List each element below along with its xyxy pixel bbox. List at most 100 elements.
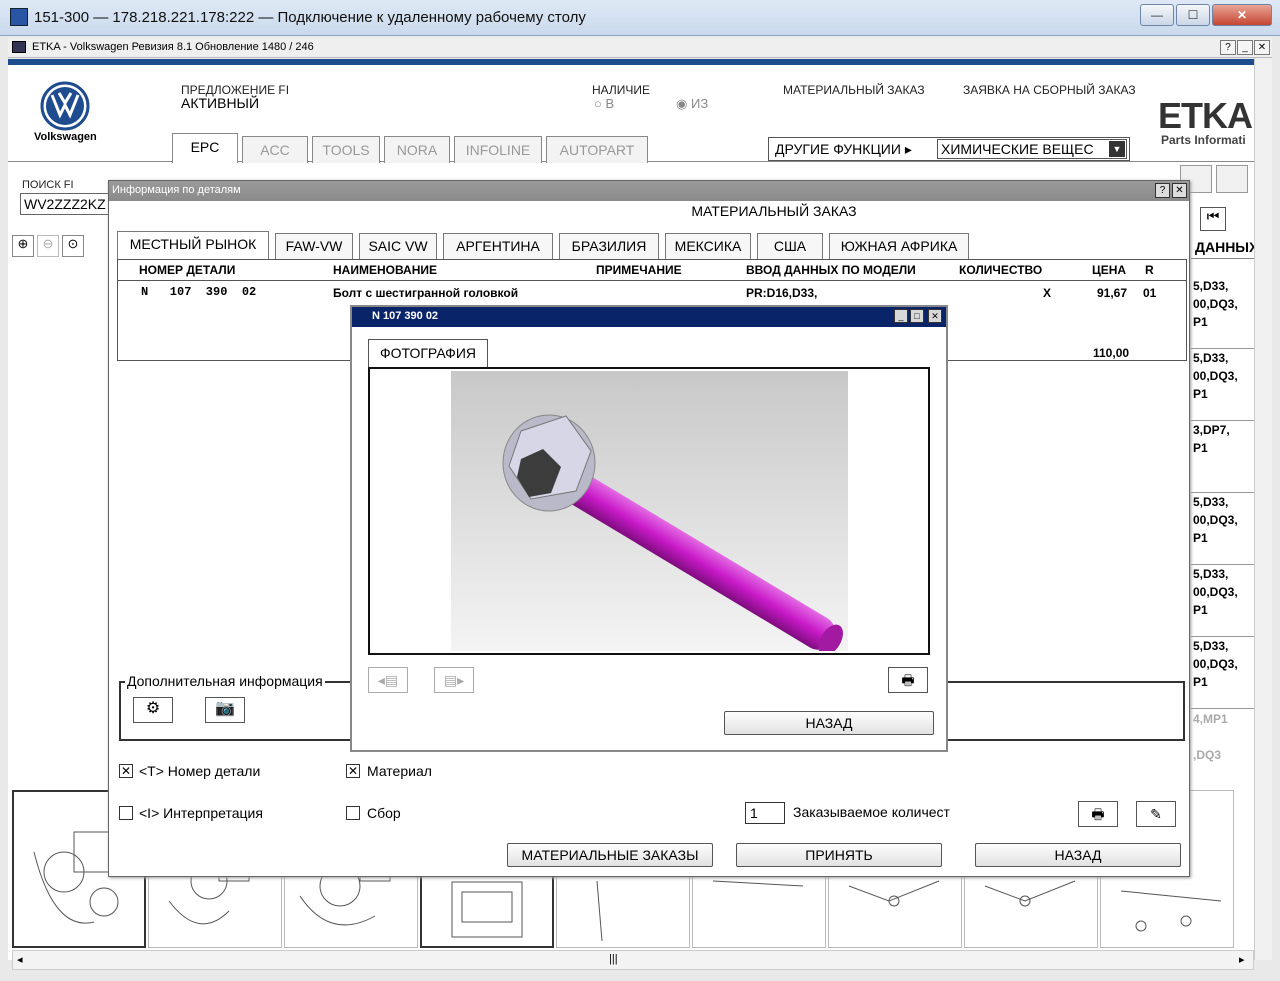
order-quantity-label: Заказываемое количест — [793, 804, 950, 820]
camera-icon[interactable]: 📷 — [205, 697, 245, 723]
tab-autopart[interactable]: AUTOPART — [546, 136, 648, 163]
edit-note-icon[interactable]: ✎ — [1136, 801, 1176, 827]
row-part-number[interactable]: N 107 390 02 — [141, 285, 256, 299]
scroll-left-icon[interactable]: ◂ — [17, 953, 23, 966]
right-col-row: 5,D33, 00,DQ3, P1 — [1191, 349, 1254, 421]
maximize-button[interactable]: ☐ — [1176, 4, 1210, 26]
scroll-grip-icon[interactable]: ||| — [609, 953, 618, 965]
offer-value: АКТИВНЫЙ — [181, 95, 260, 111]
photo-frame — [368, 367, 930, 655]
print-icon[interactable]: 🖶 — [1078, 801, 1118, 827]
right-col-row: 3,DP7, P1 — [1191, 421, 1254, 493]
other-functions-text: ДРУГИЕ ФУНКЦИИ — [775, 141, 901, 157]
total-price: 110,00 — [1093, 346, 1130, 360]
scroll-right-icon[interactable]: ▸ — [1239, 953, 1245, 966]
tab-south-africa[interactable]: ЮЖНАЯ АФРИКА — [829, 233, 969, 259]
vertical-scrollbar[interactable] — [1254, 58, 1272, 960]
tab-photo[interactable]: ФОТОГРАФИЯ — [368, 339, 488, 367]
right-col-text: 5,D33, — [1193, 351, 1229, 365]
zoom-out-icon[interactable]: ⊖ — [37, 235, 59, 257]
other-functions-label[interactable]: ДРУГИЕ ФУНКЦИИ ▸ — [775, 141, 912, 158]
option-in-label: В — [605, 96, 615, 111]
option-from-label: ИЗ — [690, 96, 709, 111]
dialog-heading: МАТЕРИАЛЬНЫЙ ЗАКАЗ — [691, 203, 857, 219]
tab-nora[interactable]: NORA — [384, 136, 450, 163]
right-col-text: 5,D33, — [1193, 279, 1229, 293]
right-col-text: 4,MP1 — [1193, 712, 1228, 726]
availability-option-from[interactable]: ◉ ИЗ — [676, 96, 708, 112]
right-col-list: 5,D33, 00,DQ3, P1 5,D33, 00,DQ3, P1 3,DP7, P1… — [1191, 277, 1254, 781]
material-orders-button[interactable]: МАТЕРИАЛЬНЫЕ ЗАКАЗЫ — [507, 843, 713, 867]
right-col-header: ДАННЫХ — [1191, 235, 1254, 259]
checkbox-part-number[interactable]: ✕ — [119, 764, 133, 778]
tab-faw-vw[interactable]: FAW-VW — [275, 233, 353, 259]
assembly-order-link[interactable]: ЗАЯВКА НА СБОРНЫЙ ЗАКАЗ — [963, 83, 1136, 97]
chevron-down-icon[interactable]: ▼ — [1109, 141, 1125, 157]
tab-usa[interactable]: США — [757, 233, 823, 259]
photo-close-button[interactable]: ✕ — [928, 309, 942, 323]
bolt-photo — [451, 371, 848, 651]
row-quantity: X — [1043, 286, 1052, 300]
dialog-close-button[interactable]: ✕ — [1172, 183, 1187, 198]
chemicals-select[interactable]: ХИМИЧЕСКИЕ ВЕЩЕС — [937, 139, 1127, 159]
previous-photo-icon[interactable]: ◂▤ — [368, 667, 408, 693]
back-button[interactable]: НАЗАД — [975, 843, 1181, 867]
accept-button[interactable]: ПРИНЯТЬ — [736, 843, 942, 867]
zoom-fit-icon[interactable]: ⊙ — [62, 235, 84, 257]
minimize-button[interactable]: — — [1140, 4, 1174, 26]
tab-local-market[interactable]: МЕСТНЫЙ РЫНОК — [117, 231, 269, 259]
horizontal-scrollbar[interactable]: ◂ ||| ▸ — [12, 950, 1254, 970]
photo-back-button[interactable]: НАЗАД — [724, 711, 934, 735]
right-col-text: ,DQ3 — [1193, 748, 1222, 762]
checkbox-assembly[interactable] — [346, 806, 360, 820]
availability-label: НАЛИЧИЕ — [592, 83, 651, 97]
etka-title-text: ETKA - Volkswagen Ревизия 8.1 Обновление… — [32, 41, 314, 53]
right-col-text: 00,DQ3, — [1193, 369, 1238, 383]
zoom-in-icon[interactable]: ⊕ — [12, 235, 34, 257]
checkbox-interpretation-label: <I> Интерпретация — [139, 805, 263, 821]
tab-saic-vw[interactable]: SAIC VW — [359, 233, 437, 259]
tab-brazil[interactable]: БРАЗИЛИЯ — [559, 233, 659, 259]
rdp-title-text: 151-300 — 178.218.221.178:222 — Подключе… — [34, 9, 586, 26]
document-icon[interactable] — [1216, 165, 1248, 193]
right-col-text: P1 — [1193, 603, 1208, 617]
first-page-icon[interactable]: ⏮ — [1200, 207, 1226, 231]
right-col-text: 5,D33, — [1193, 495, 1229, 509]
right-toolbar — [1180, 165, 1254, 205]
right-col-text: 5,D33, — [1193, 639, 1229, 653]
etka-help-button[interactable]: ? — [1220, 40, 1236, 55]
engine-diagram-icon[interactable]: ⚙ — [133, 697, 173, 723]
right-col-row: 5,D33, 00,DQ3, P1 — [1191, 637, 1254, 709]
tab-mexico[interactable]: МЕКСИКА — [665, 233, 751, 259]
checkbox-material[interactable]: ✕ — [346, 764, 360, 778]
close-button[interactable]: ✕ — [1212, 4, 1272, 26]
checkbox-interpretation[interactable] — [119, 806, 133, 820]
etka-title-bar: ETKA - Volkswagen Ревизия 8.1 Обновление… — [8, 38, 1272, 58]
col-note: ПРИМЕЧАНИЕ — [596, 263, 682, 277]
other-functions-bar: ДРУГИЕ ФУНКЦИИ ▸ ХИМИЧЕСКИЕ ВЕЩЕС ▼ — [768, 137, 1130, 161]
etka-close-button[interactable]: ✕ — [1254, 40, 1270, 55]
tab-acc[interactable]: ACC — [242, 136, 308, 163]
material-order-link[interactable]: МАТЕРИАЛЬНЫЙ ЗАКАЗ — [783, 83, 925, 97]
right-col-text: P1 — [1193, 315, 1208, 329]
right-col-text: P1 — [1193, 441, 1208, 455]
right-col-text: 00,DQ3, — [1193, 513, 1238, 527]
photo-maximize-button[interactable]: □ — [910, 309, 924, 323]
tab-infoline[interactable]: INFOLINE — [454, 136, 542, 163]
table-header-divider — [118, 280, 1186, 281]
availability-option-in[interactable]: ○ В — [594, 96, 614, 111]
next-photo-icon[interactable]: ▤▸ — [434, 667, 474, 693]
tab-epc[interactable]: EPC — [172, 133, 238, 163]
row-price: 91,67 — [1097, 286, 1128, 300]
photo-title-text: N 107 390 02 — [372, 310, 439, 322]
dialog-help-button[interactable]: ? — [1155, 183, 1170, 198]
photo-minimize-button[interactable]: _ — [894, 309, 908, 323]
right-col-row: 4,MP1 — [1191, 709, 1254, 745]
search-input[interactable]: WV2ZZZ2KZ — [20, 193, 112, 215]
tab-tools[interactable]: TOOLS — [312, 136, 380, 163]
print-photo-icon[interactable]: 🖶 — [888, 667, 928, 693]
etka-minimize-button[interactable]: _ — [1237, 40, 1253, 55]
tab-argentina[interactable]: АРГЕНТИНА — [443, 233, 553, 259]
order-quantity-input[interactable]: 1 — [745, 802, 785, 824]
extra-info-label: Дополнительная информация — [125, 673, 325, 689]
